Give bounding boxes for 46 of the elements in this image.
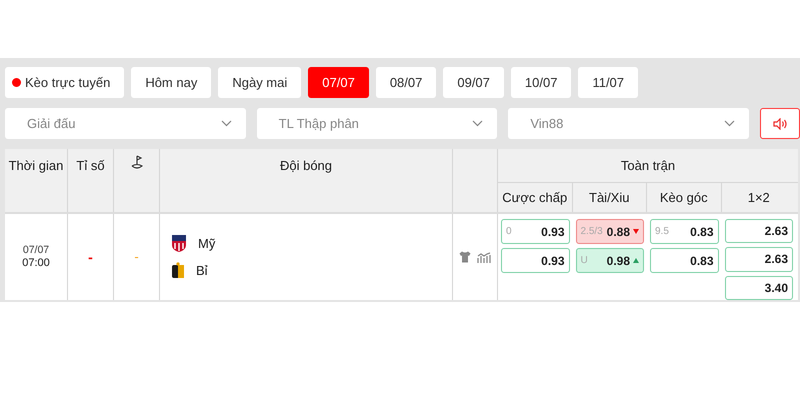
date-tab[interactable]: Hôm nay (131, 67, 212, 98)
dropdown[interactable]: Giải đấu (5, 108, 246, 139)
column-header: Cược chấp (502, 188, 568, 207)
match-score: - (88, 248, 93, 266)
odds-cell[interactable]: 2.63 (724, 219, 793, 244)
date-tab[interactable]: 09/07 (443, 67, 504, 98)
team-name: Mỹ (198, 234, 216, 253)
odds-cell[interactable]: U 0.98 (576, 248, 644, 273)
match-date: 07/07 (22, 244, 50, 257)
match-time: 07:00 (22, 257, 50, 270)
down-arrow-icon (633, 229, 639, 234)
odds-cell[interactable]: 9.5 0.83 (650, 219, 718, 244)
date-tab[interactable]: 10/07 (510, 67, 572, 98)
date-tab[interactable]: Kèo trực tuyến (5, 67, 124, 98)
dropdown[interactable]: Vin88 (508, 108, 750, 139)
date-tab[interactable]: 07/07 (308, 67, 369, 98)
dropdown[interactable]: TL Thập phân (256, 108, 498, 139)
column-header: Đội bóng (280, 157, 332, 175)
column-header: 1×2 (748, 188, 770, 207)
column-header: Tài/Xiu (589, 188, 630, 207)
chevron-down-icon (724, 120, 736, 127)
sound-button[interactable] (760, 108, 800, 139)
column-header: Kèo góc (660, 188, 708, 207)
corner-score: - (134, 248, 139, 266)
column-header: Thời gian (8, 157, 64, 175)
shirt-icon[interactable] (459, 251, 471, 263)
odds-cell[interactable]: 0.83 (650, 248, 718, 273)
chevron-down-icon (220, 120, 232, 127)
odds-cell[interactable]: 0.93 (501, 248, 570, 273)
crest-icon (172, 234, 186, 252)
column-header: Tỉ số (76, 157, 105, 175)
stats-icon[interactable] (477, 251, 491, 263)
team-name: Bỉ (196, 262, 208, 280)
odds-cell[interactable]: 2.5/3 0.88 (576, 219, 644, 244)
chevron-down-icon (472, 120, 484, 127)
date-tab[interactable]: 08/07 (376, 67, 436, 98)
odds-cell[interactable]: 0 0.93 (501, 219, 570, 244)
date-tab[interactable]: 11/07 (578, 67, 638, 98)
crest-icon (172, 262, 184, 280)
date-tab[interactable]: Ngày mai (218, 67, 302, 98)
odds-cell[interactable]: 2.63 (724, 247, 793, 272)
column-header: Toàn trận (620, 156, 676, 175)
odds-cell[interactable]: 3.40 (724, 276, 793, 300)
flag-icon (130, 155, 142, 169)
speaker-icon (773, 118, 788, 130)
up-arrow-icon (633, 258, 639, 263)
